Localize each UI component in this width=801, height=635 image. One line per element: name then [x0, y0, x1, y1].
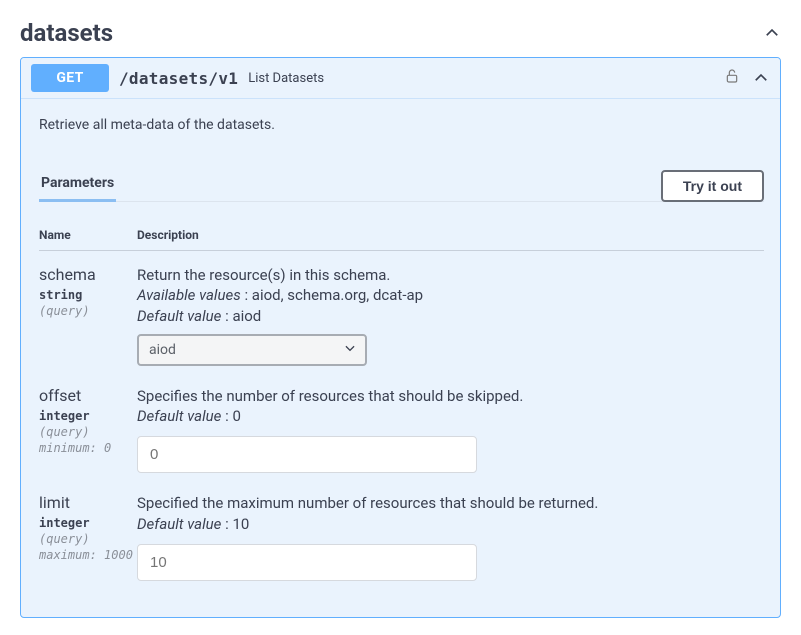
param-row-limit: limit integer (query) maximum: 1000 Spec… [39, 493, 764, 581]
unlock-icon[interactable] [724, 67, 740, 89]
param-row-schema: schema string (query) Return the resourc… [39, 265, 764, 366]
section-title: datasets [20, 19, 113, 47]
param-type: string [39, 288, 137, 302]
default-value-label: Default value [137, 515, 221, 533]
param-name: limit [39, 493, 137, 512]
col-header-name: Name [39, 228, 137, 242]
try-it-out-button[interactable]: Try it out [661, 170, 764, 202]
parameters-table: Name Description schema string (query) R… [39, 228, 764, 581]
divider [39, 201, 764, 202]
operation-path: /datasets/v1 [119, 69, 238, 88]
param-in: (query) [39, 532, 137, 546]
offset-input[interactable] [137, 436, 477, 473]
schema-select[interactable]: aiod [137, 334, 367, 366]
tab-row: Parameters Try it out [39, 161, 764, 202]
chevron-up-icon[interactable] [752, 69, 770, 87]
param-in: (query) [39, 425, 137, 439]
param-name: offset [39, 386, 137, 405]
default-value: : aiod [221, 307, 261, 325]
default-value: : 10 [221, 515, 249, 533]
operation-description: Retrieve all meta-data of the datasets. [39, 117, 764, 133]
param-type: integer [39, 409, 137, 423]
available-values: : aiod, schema.org, dcat-ap [241, 286, 423, 304]
table-header-row: Name Description [39, 228, 764, 251]
available-values-label: Available values [137, 286, 241, 304]
param-row-offset: offset integer (query) minimum: 0 Specif… [39, 386, 764, 474]
param-type: integer [39, 516, 137, 530]
section-header[interactable]: datasets [20, 15, 781, 57]
method-badge: GET [31, 64, 109, 92]
param-constraint: minimum: 0 [39, 441, 137, 455]
param-desc: Return the resource(s) in this schema. [137, 265, 764, 285]
param-name: schema [39, 265, 137, 284]
param-in: (query) [39, 304, 137, 318]
schema-select-wrap: aiod [137, 334, 367, 366]
tab-parameters[interactable]: Parameters [39, 169, 116, 202]
param-constraint: maximum: 1000 [39, 548, 137, 562]
operation-summary-text: List Datasets [248, 71, 324, 86]
default-value-label: Default value [137, 307, 221, 325]
default-value: : 0 [221, 407, 241, 425]
col-header-description: Description [137, 228, 199, 242]
operation-summary[interactable]: GET /datasets/v1 List Datasets [21, 58, 780, 99]
operation-block: GET /datasets/v1 List Datasets Retrieve … [20, 57, 781, 618]
default-value-label: Default value [137, 407, 221, 425]
param-desc: Specifies the number of resources that s… [137, 386, 764, 406]
operation-body: Retrieve all meta-data of the datasets. … [21, 99, 780, 617]
chevron-up-icon [763, 24, 781, 42]
param-desc: Specified the maximum number of resource… [137, 493, 764, 513]
limit-input[interactable] [137, 544, 477, 581]
